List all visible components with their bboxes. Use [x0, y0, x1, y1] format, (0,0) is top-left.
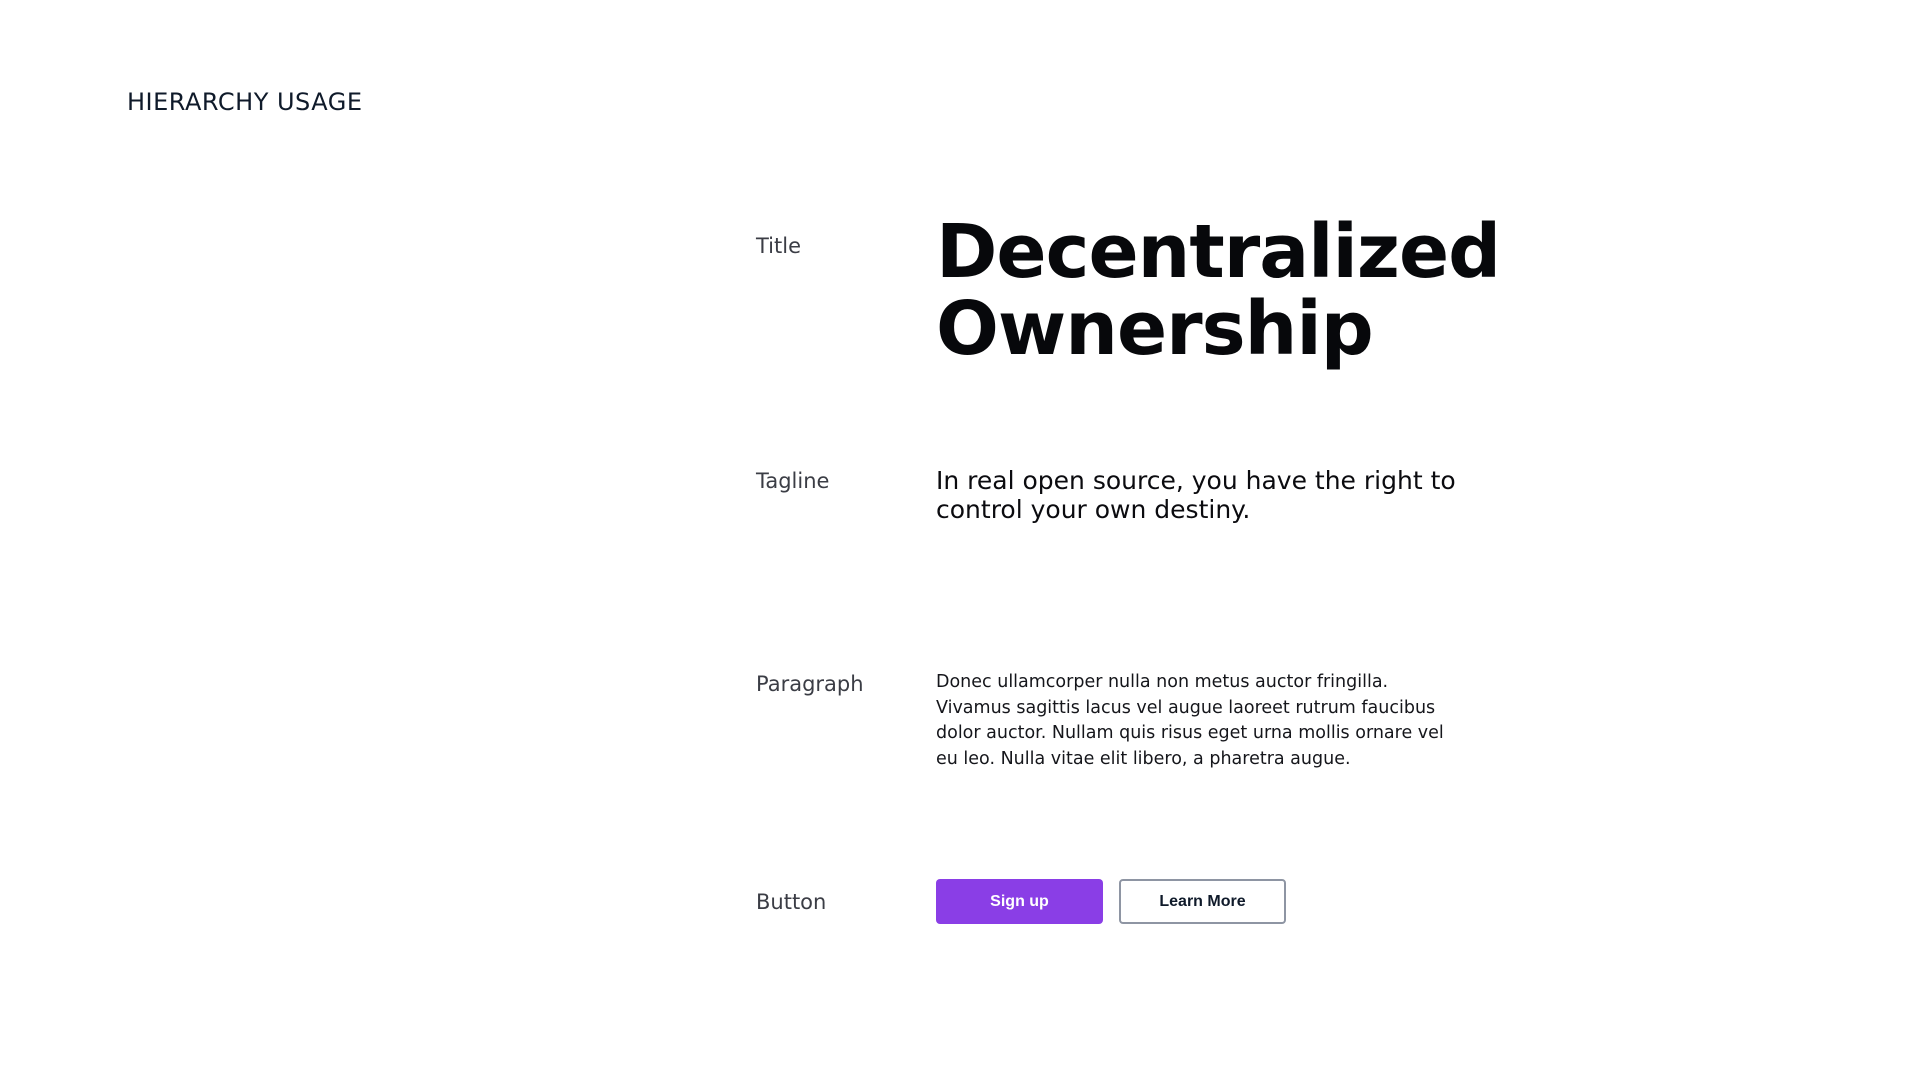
page-heading: HIERARCHY USAGE: [127, 88, 363, 116]
sign-up-button[interactable]: Sign up: [936, 879, 1103, 924]
paragraph-sample: Donec ullamcorper nulla non metus auctor…: [936, 672, 1444, 769]
row-label-title: Title: [756, 234, 802, 258]
learn-more-button[interactable]: Learn More: [1119, 879, 1286, 924]
tagline-sample: In real open source, you have the right …: [936, 466, 1456, 524]
row-label-tagline: Tagline: [756, 469, 830, 493]
row-label-button: Button: [756, 890, 827, 914]
row-label-paragraph: Paragraph: [756, 672, 864, 696]
title-sample: Decentralized Ownership: [936, 209, 1501, 372]
